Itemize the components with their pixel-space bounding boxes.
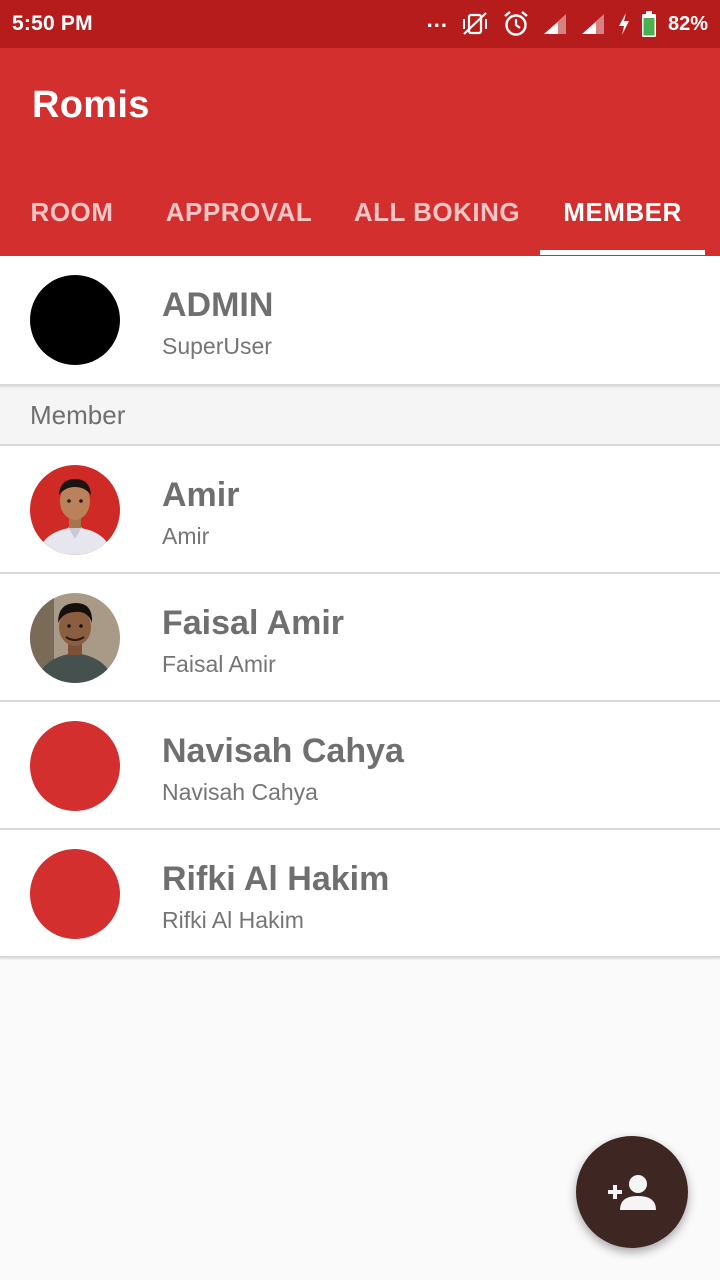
battery-percent: 82% bbox=[667, 12, 708, 35]
notification-dots: ... bbox=[426, 7, 448, 32]
member-name: Faisal Amir bbox=[162, 604, 345, 642]
tab-approval[interactable]: APPROVAL bbox=[144, 168, 334, 256]
signal-icon bbox=[581, 14, 604, 34]
member-list: ADMIN SuperUser Member Amir Amir Faisal … bbox=[0, 256, 720, 958]
tab-all-booking[interactable]: ALL BOKING bbox=[334, 168, 540, 256]
add-member-button[interactable] bbox=[576, 1136, 688, 1248]
section-header-member: Member bbox=[0, 386, 720, 446]
member-name: Rifki Al Hakim bbox=[162, 860, 390, 898]
tab-member[interactable]: MEMBER bbox=[540, 168, 705, 256]
battery-icon bbox=[641, 11, 656, 37]
avatar bbox=[30, 465, 120, 555]
member-username: Amir bbox=[162, 523, 210, 549]
signal-icon bbox=[543, 14, 566, 34]
member-username: Navisah Cahya bbox=[162, 779, 318, 805]
list-item-member[interactable]: Faisal Amir Faisal Amir bbox=[0, 574, 720, 702]
app-bar: Romis ROOM APPROVAL ALL BOKING MEMBER bbox=[0, 48, 720, 256]
avatar bbox=[30, 721, 120, 811]
avatar bbox=[30, 593, 120, 683]
alarm-icon bbox=[504, 11, 528, 36]
admin-avatar bbox=[30, 275, 120, 365]
status-icons: ... 82% bbox=[426, 7, 708, 38]
member-name: Navisah Cahya bbox=[162, 732, 404, 770]
app-title: Romis bbox=[32, 84, 150, 126]
admin-name: ADMIN bbox=[162, 286, 274, 324]
status-time: 5:50 PM bbox=[12, 12, 93, 35]
tab-room[interactable]: ROOM bbox=[0, 168, 144, 256]
tab-bar: ROOM APPROVAL ALL BOKING MEMBER bbox=[0, 168, 720, 256]
status-bar: 5:50 PM ... 82% bbox=[0, 0, 720, 48]
member-username: Rifki Al Hakim bbox=[162, 907, 304, 933]
member-name: Amir bbox=[162, 476, 240, 514]
charging-icon bbox=[618, 13, 629, 35]
active-tab-indicator bbox=[540, 250, 705, 255]
avatar bbox=[30, 849, 120, 939]
member-username: Faisal Amir bbox=[162, 651, 276, 677]
list-item-member[interactable]: Rifki Al Hakim Rifki Al Hakim bbox=[0, 830, 720, 958]
list-item-member[interactable]: Navisah Cahya Navisah Cahya bbox=[0, 702, 720, 830]
vibrate-off-icon bbox=[462, 12, 487, 35]
admin-card[interactable]: ADMIN SuperUser bbox=[0, 256, 720, 386]
list-item-member[interactable]: Amir Amir bbox=[0, 446, 720, 574]
admin-role: SuperUser bbox=[162, 333, 272, 359]
add-person-icon bbox=[608, 1175, 656, 1210]
